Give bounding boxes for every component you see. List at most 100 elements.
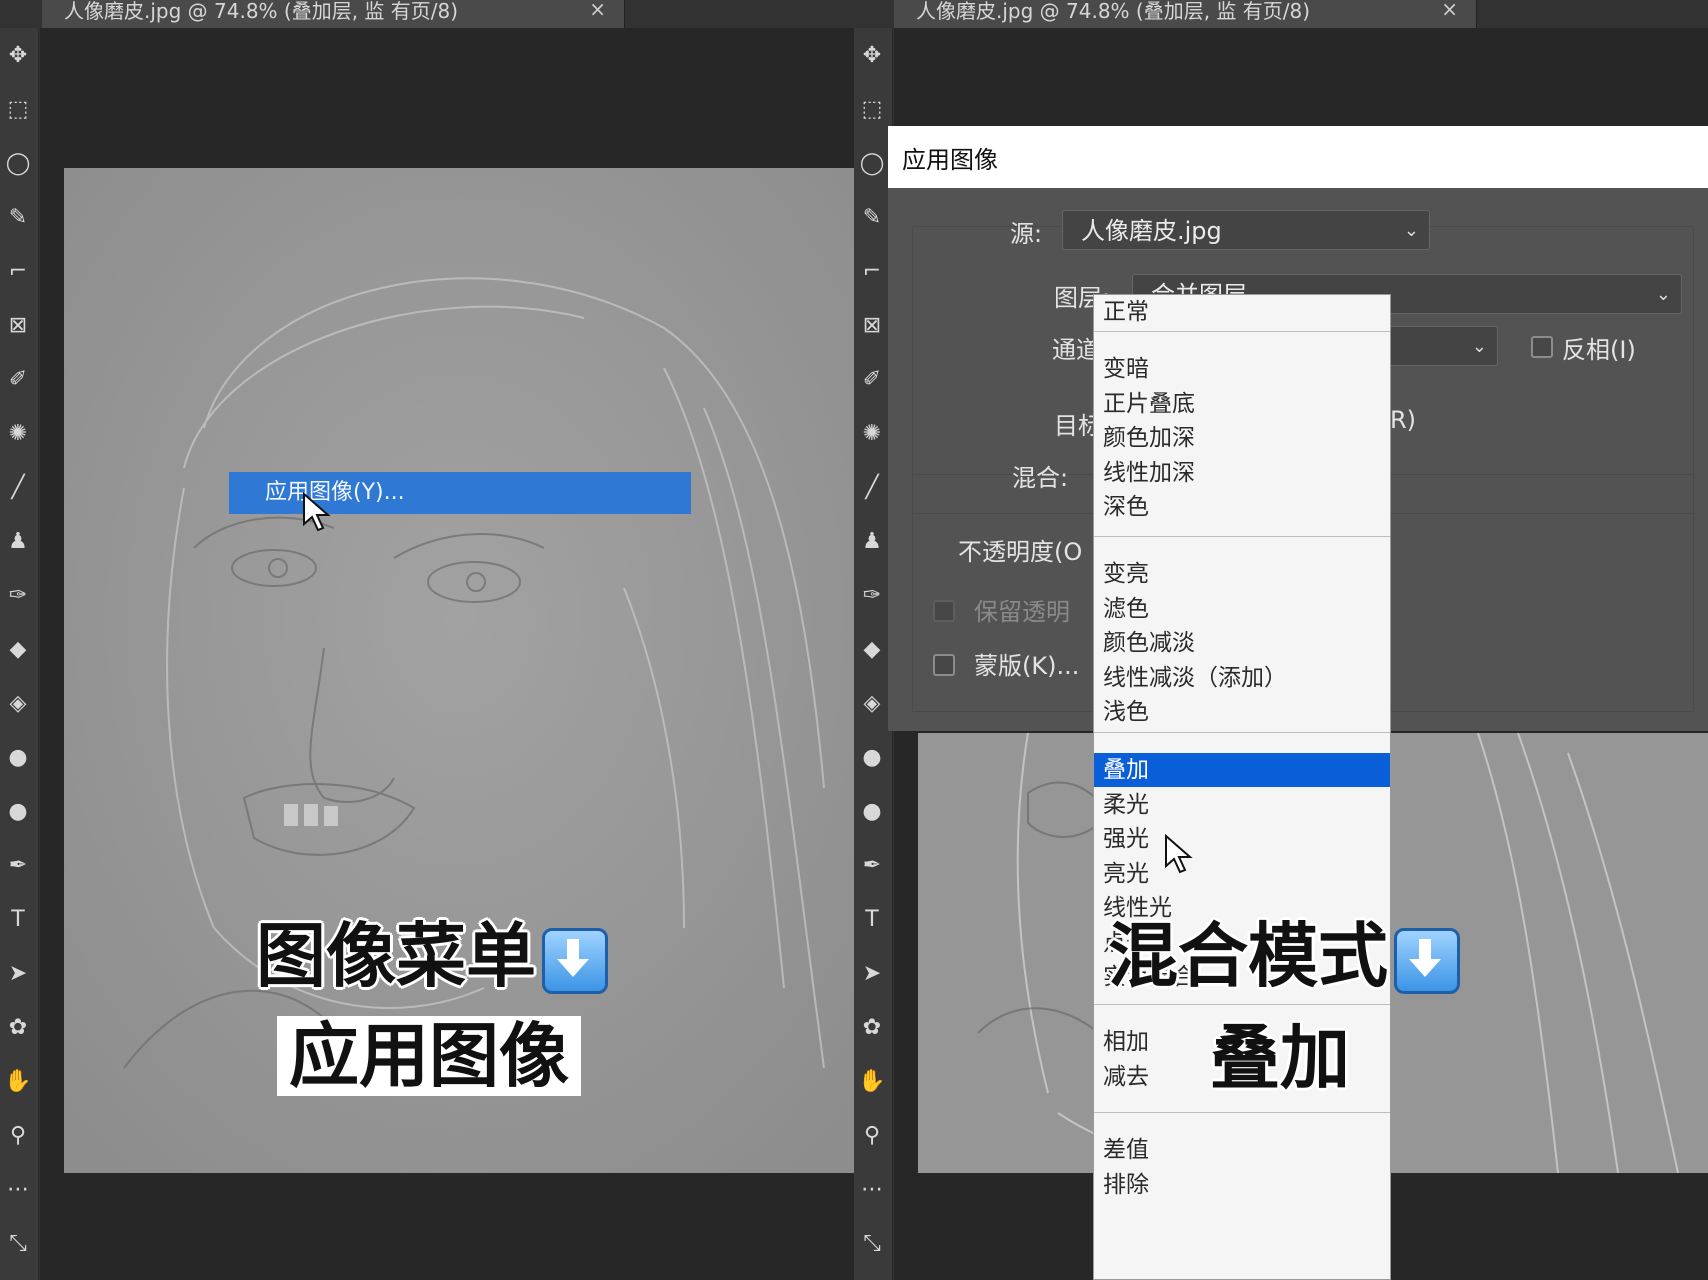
path-select-tool-icon[interactable]: ➤ — [4, 960, 32, 988]
more-tools-icon[interactable]: ⋯ — [858, 1176, 886, 1204]
healing-tool-icon[interactable]: ✺ — [858, 420, 886, 448]
caption-apply-image: 应用图像 — [277, 1016, 581, 1096]
swap-colors-icon[interactable]: ⤡ — [4, 1230, 32, 1258]
blend-mode-option[interactable]: 变暗 — [1094, 352, 1390, 386]
blend-mode-option[interactable]: 排除 — [1094, 1168, 1390, 1202]
stamp-tool-icon[interactable]: ♟ — [858, 528, 886, 556]
document-tab[interactable]: 人像磨皮.jpg @ 74.8% (叠加层, 监 有页/8) × — [894, 0, 1477, 28]
zoom-tool-icon[interactable]: ⚲ — [4, 1122, 32, 1150]
blur-tool-icon[interactable]: ● — [858, 744, 886, 772]
stamp-tool-icon[interactable]: ♟ — [4, 528, 32, 556]
eyedropper-tool-icon[interactable]: ✐ — [4, 366, 32, 394]
quick-select-tool-icon[interactable]: ✎ — [858, 204, 886, 232]
down-arrow-icon — [1394, 927, 1460, 994]
shape-tool-icon[interactable]: ✿ — [4, 1014, 32, 1042]
pen-tool-icon[interactable]: ✒ — [4, 852, 32, 880]
caption-blend-mode: 混合模式 — [1108, 914, 1460, 998]
move-tool-icon[interactable]: ✥ — [858, 42, 886, 70]
blend-mode-option[interactable]: 颜色减淡 — [1094, 626, 1390, 660]
eyedropper-tool-icon[interactable]: ✐ — [858, 366, 886, 394]
document-tab-title: 人像磨皮.jpg @ 74.8% (叠加层, 监 有页/8) — [916, 0, 1311, 23]
blend-mode-option[interactable]: 柔光 — [1094, 788, 1390, 822]
blend-mode-option[interactable]: 线性减淡（添加） — [1094, 661, 1390, 695]
hand-tool-icon[interactable]: ✋ — [858, 1068, 886, 1096]
blend-mode-option[interactable]: 正常 — [1094, 295, 1390, 329]
tools-panel: ✥ ⬚ ◯ ✎ ⌐ ⊠ ✐ ✺ ╱ ♟ ✑ ◆ ◈ ● ● ✒ T ➤ ✿ ✋ … — [0, 28, 39, 1280]
lasso-tool-icon[interactable]: ◯ — [858, 150, 886, 178]
quick-select-tool-icon[interactable]: ✎ — [4, 204, 32, 232]
document-tab-title: 人像磨皮.jpg @ 74.8% (叠加层, 监 有页/8) — [64, 0, 459, 23]
dialog-title: 应用图像 — [902, 146, 998, 174]
close-icon[interactable]: × — [1441, 0, 1458, 20]
blend-mode-option[interactable]: 正片叠底 — [1094, 387, 1390, 421]
crop-tool-icon[interactable]: ⌐ — [4, 258, 32, 286]
path-select-tool-icon[interactable]: ➤ — [858, 960, 886, 988]
swap-colors-icon[interactable]: ⤡ — [858, 1230, 886, 1258]
history-brush-tool-icon[interactable]: ✑ — [4, 582, 32, 610]
mask-checkbox[interactable] — [933, 654, 955, 676]
eraser-tool-icon[interactable]: ◆ — [4, 636, 32, 664]
apply-image-menu-item[interactable]: 应用图像(Y)... — [229, 472, 691, 514]
mask-label: 蒙版(K)... — [974, 652, 1080, 680]
healing-tool-icon[interactable]: ✺ — [4, 420, 32, 448]
mouse-cursor-icon — [1165, 834, 1193, 874]
dropdown-separator — [1094, 1004, 1390, 1005]
chevron-down-icon: ⌄ — [1655, 284, 1671, 305]
document-tab[interactable]: 人像磨皮.jpg @ 74.8% (叠加层, 监 有页/8) × — [42, 0, 625, 28]
zoom-tool-icon[interactable]: ⚲ — [858, 1122, 886, 1150]
left-screenshot-panel: 人像磨皮.jpg @ 74.8% (叠加层, 监 有页/8) × ✥ ⬚ ◯ ✎… — [0, 0, 854, 1280]
dropdown-separator — [1094, 1112, 1390, 1113]
blend-mode-option[interactable]: 线性加深 — [1094, 456, 1390, 490]
pen-tool-icon[interactable]: ✒ — [858, 852, 886, 880]
preserve-transparency-label: 保留透明 — [974, 598, 1070, 626]
blend-mode-option[interactable]: 深色 — [1094, 490, 1390, 524]
frame-tool-icon[interactable]: ⊠ — [858, 312, 886, 340]
dodge-tool-icon[interactable]: ● — [4, 798, 32, 826]
blend-mode-option[interactable]: 强光 — [1094, 822, 1390, 856]
gradient-tool-icon[interactable]: ◈ — [858, 690, 886, 718]
dialog-titlebar: 应用图像 — [888, 126, 1708, 188]
dodge-tool-icon[interactable]: ● — [858, 798, 886, 826]
brush-tool-icon[interactable]: ╱ — [858, 474, 886, 502]
lasso-tool-icon[interactable]: ◯ — [4, 150, 32, 178]
blend-mode-option[interactable]: 差值 — [1094, 1133, 1390, 1167]
opacity-label: 不透明度(O — [958, 538, 1083, 566]
type-tool-icon[interactable]: T — [858, 906, 886, 934]
invert-checkbox[interactable] — [1531, 336, 1553, 358]
gradient-tool-icon[interactable]: ◈ — [4, 690, 32, 718]
move-tool-icon[interactable]: ✥ — [4, 42, 32, 70]
blur-tool-icon[interactable]: ● — [4, 744, 32, 772]
source-select[interactable]: 人像磨皮.jpg ⌄ — [1062, 210, 1430, 250]
type-tool-icon[interactable]: T — [4, 906, 32, 934]
crop-tool-icon[interactable]: ⌐ — [858, 258, 886, 286]
blend-mode-option[interactable]: 叠加 — [1094, 753, 1390, 787]
dropdown-separator — [1094, 732, 1390, 733]
dropdown-separator — [1094, 331, 1390, 332]
down-arrow-icon — [542, 927, 608, 994]
history-brush-tool-icon[interactable]: ✑ — [858, 582, 886, 610]
caption-text: 图像菜单 — [256, 915, 536, 997]
brush-tool-icon[interactable]: ╱ — [4, 474, 32, 502]
invert-label: 反相(I) — [1562, 336, 1636, 364]
more-tools-icon[interactable]: ⋯ — [4, 1176, 32, 1204]
shape-tool-icon[interactable]: ✿ — [858, 1014, 886, 1042]
blend-mode-option[interactable]: 颜色加深 — [1094, 421, 1390, 455]
target-suffix: R) — [1390, 406, 1417, 434]
blend-mode-option[interactable]: 亮光 — [1094, 857, 1390, 891]
chevron-down-icon: ⌄ — [1403, 220, 1419, 241]
mouse-cursor-icon — [303, 492, 331, 532]
blend-mode-option[interactable]: 滤色 — [1094, 592, 1390, 626]
close-icon[interactable]: × — [589, 0, 606, 20]
eraser-tool-icon[interactable]: ◆ — [858, 636, 886, 664]
preserve-transparency-checkbox[interactable] — [933, 600, 955, 622]
blend-mode-option[interactable]: 变亮 — [1094, 557, 1390, 591]
marquee-tool-icon[interactable]: ⬚ — [858, 96, 886, 124]
channel-select[interactable]: ⌄ — [1388, 326, 1498, 366]
hand-tool-icon[interactable]: ✋ — [4, 1068, 32, 1096]
blend-label: 混合: — [1012, 464, 1069, 492]
blend-mode-dropdown[interactable]: 正常变暗 正片叠底 颜色加深 线性加深 深色变亮 滤色 颜色减淡 线性减淡（添加） 浅色叠加 柔光… — [1093, 294, 1391, 1280]
caption-image-menu: 图像菜单 — [256, 914, 608, 998]
frame-tool-icon[interactable]: ⊠ — [4, 312, 32, 340]
marquee-tool-icon[interactable]: ⬚ — [4, 96, 32, 124]
blend-mode-option[interactable]: 浅色 — [1094, 695, 1390, 729]
